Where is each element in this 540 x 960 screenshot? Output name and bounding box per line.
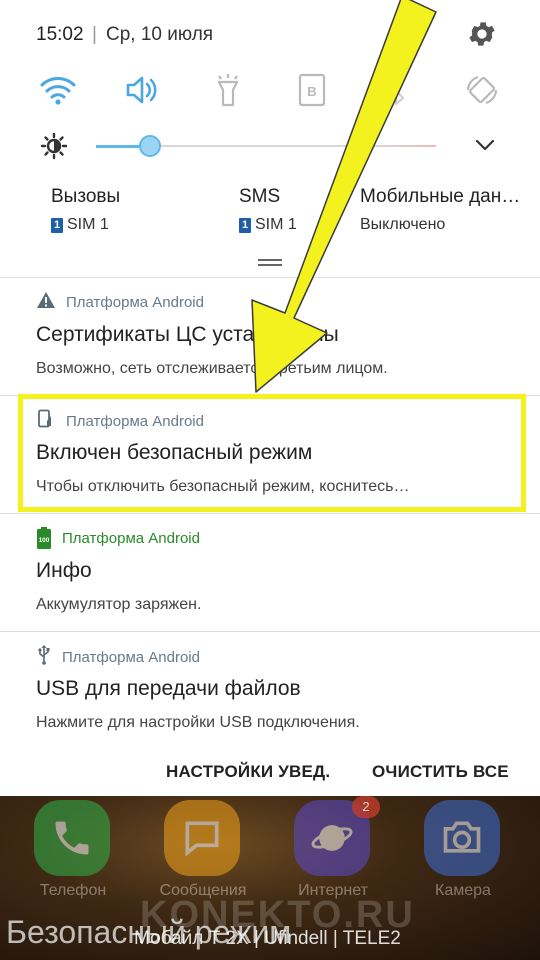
notification-app-name: Платформа Android xyxy=(62,649,200,666)
messages-icon[interactable] xyxy=(164,800,240,876)
sim-sms[interactable]: SMS 1 SIM 1 xyxy=(239,186,297,234)
separator: | xyxy=(92,24,97,45)
notification-text: Аккумулятор заряжен. xyxy=(36,596,202,613)
brightness-icon xyxy=(40,132,68,160)
home-screen: Телефон Сообщения 2 Интернет Камера KONE… xyxy=(0,796,540,960)
sim-calls-title: Вызовы xyxy=(51,186,121,207)
phone-icon[interactable] xyxy=(34,800,110,876)
brightness-control xyxy=(0,122,540,170)
svg-text:B: B xyxy=(307,84,316,99)
b-mode-icon[interactable]: B xyxy=(290,68,334,112)
date: Ср, 10 июля xyxy=(106,24,214,45)
auto-rotate-icon[interactable] xyxy=(460,68,504,112)
bluetooth-icon[interactable] xyxy=(374,68,418,112)
sim-calls-value: SIM 1 xyxy=(67,216,109,233)
status-bar: 15:02 | Ср, 10 июля xyxy=(0,0,540,68)
chevron-down-icon[interactable] xyxy=(472,132,498,158)
brightness-slider-thumb[interactable] xyxy=(139,135,161,157)
notification-title: Сертификаты ЦС установлены xyxy=(36,323,339,346)
sim-chip-icon: 1 xyxy=(239,217,251,233)
notification-certificates[interactable]: Платформа Android Сертификаты ЦС установ… xyxy=(0,278,540,396)
wifi-icon[interactable] xyxy=(36,68,80,112)
notification-usb[interactable]: Платформа Android USB для передачи файло… xyxy=(0,632,540,750)
quick-settings: B xyxy=(0,68,540,114)
mobile-data[interactable]: Мобильные дан… Выключено xyxy=(360,186,520,234)
notification-title: Инфо xyxy=(36,559,92,582)
camera-icon[interactable] xyxy=(424,800,500,876)
clock: 15:02 xyxy=(36,24,84,45)
brightness-track[interactable] xyxy=(150,145,436,147)
svg-text:100: 100 xyxy=(39,537,50,544)
panel-drag-handle[interactable] xyxy=(258,259,282,266)
battery-icon: 100 xyxy=(36,527,52,549)
highlight-frame xyxy=(18,394,526,512)
flashlight-icon[interactable] xyxy=(206,68,250,112)
volume-icon[interactable] xyxy=(120,68,164,112)
warning-icon xyxy=(36,291,56,314)
gear-icon[interactable] xyxy=(466,18,498,50)
notification-settings-button[interactable]: НАСТРОЙКИ УВЕД. xyxy=(166,762,330,782)
notification-badge: 2 xyxy=(352,796,380,818)
carrier-label: Мобайл Т 2X | Ufindell | TELE2 xyxy=(134,928,401,949)
clear-all-button[interactable]: ОЧИСТИТЬ ВСЕ xyxy=(372,762,509,782)
sim-sms-title: SMS xyxy=(239,186,281,207)
notification-app-name: Платформа Android xyxy=(62,529,200,547)
notification-title: USB для передачи файлов xyxy=(36,677,301,700)
notification-app-name: Платформа Android xyxy=(66,294,204,311)
sim-chip-icon: 1 xyxy=(51,217,63,233)
notification-actions: НАСТРОЙКИ УВЕД. ОЧИСТИТЬ ВСЕ xyxy=(0,746,540,796)
mobile-data-title: Мобильные дан… xyxy=(360,186,521,207)
sim-calls[interactable]: Вызовы 1 SIM 1 xyxy=(51,186,120,234)
app-label-camera: Камера xyxy=(435,882,491,899)
notification-battery-info[interactable]: 100 Платформа Android Инфо Аккумулятор з… xyxy=(0,514,540,632)
app-label-phone: Телефон xyxy=(39,882,107,899)
mobile-data-value: Выключено xyxy=(360,216,446,233)
usb-icon xyxy=(36,645,52,670)
notification-text: Возможно, сеть отслеживается третьим лиц… xyxy=(36,360,388,377)
notification-text: Нажмите для настройки USB подключения. xyxy=(36,714,360,731)
sim-sms-value: SIM 1 xyxy=(255,216,297,233)
